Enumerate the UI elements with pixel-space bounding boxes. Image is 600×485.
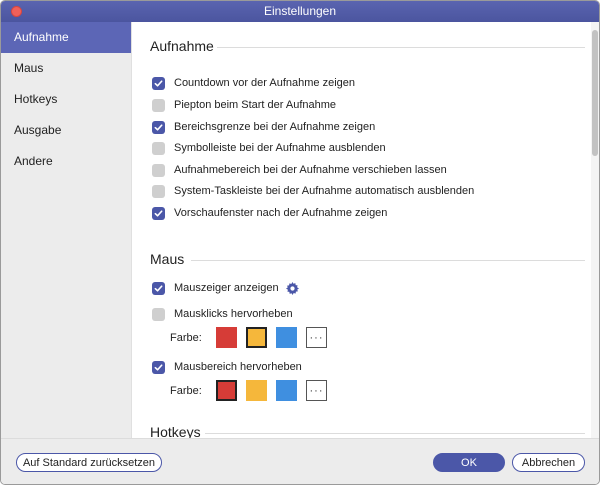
- checkbox-piepton[interactable]: [152, 98, 165, 112]
- checkbox-mausbereich[interactable]: [152, 360, 165, 374]
- option-label: Bereichsgrenze bei der Aufnahme zeigen: [174, 121, 376, 133]
- option-symbolleiste[interactable]: Symbolleiste bei der Aufnahme ausblenden: [152, 141, 386, 155]
- check-icon: [154, 209, 163, 217]
- option-taskleiste[interactable]: System-Taskleiste bei der Aufnahme autom…: [152, 184, 474, 198]
- footer-bar: Auf Standard zurücksetzen OK Abbrechen: [1, 438, 599, 484]
- check-icon: [154, 123, 163, 131]
- settings-window: Einstellungen Aufnahme Maus Hotkeys Ausg…: [0, 0, 600, 485]
- option-bereichsgrenze[interactable]: Bereichsgrenze bei der Aufnahme zeigen: [152, 120, 375, 134]
- check-icon: [154, 363, 163, 371]
- color-swatch-yellow[interactable]: [246, 380, 267, 401]
- color-swatch-red[interactable]: [216, 380, 237, 401]
- option-mausklicks[interactable]: Mausklicks hervorheben: [152, 307, 293, 321]
- checkbox-symbolleiste[interactable]: [152, 141, 165, 155]
- option-label: System-Taskleiste bei der Aufnahme autom…: [174, 185, 475, 197]
- option-vorschaufenster[interactable]: Vorschaufenster nach der Aufnahme zeigen: [152, 206, 387, 220]
- option-label: Aufnahmebereich bei der Aufnahme verschi…: [174, 164, 447, 176]
- check-icon: [154, 284, 163, 292]
- color-label: Farbe:: [170, 384, 202, 397]
- option-piepton[interactable]: Piepton beim Start der Aufnahme: [152, 98, 336, 112]
- checkbox-mauszeiger[interactable]: [152, 281, 165, 295]
- sidebar-item-aufnahme[interactable]: Aufnahme: [1, 22, 131, 53]
- option-label: Piepton beim Start der Aufnahme: [174, 99, 337, 111]
- option-bereich-verschieben[interactable]: Aufnahmebereich bei der Aufnahme verschi…: [152, 163, 447, 177]
- gear-icon[interactable]: [285, 281, 299, 295]
- option-label: Mausbereich hervorheben: [174, 361, 302, 373]
- color-swatch-blue[interactable]: [276, 327, 297, 348]
- color-swatch-blue[interactable]: [276, 380, 297, 401]
- option-label: Mauszeiger anzeigen: [174, 282, 279, 294]
- color-row-clicks: Farbe: ···: [170, 327, 336, 348]
- window-title: Einstellungen: [263, 4, 337, 18]
- scrollbar-thumb[interactable]: [592, 30, 598, 156]
- color-swatch-yellow[interactable]: [246, 327, 267, 348]
- section-title-maus: Maus: [150, 251, 185, 267]
- checkbox-bereichsgrenze[interactable]: [152, 120, 165, 134]
- sidebar: Aufnahme Maus Hotkeys Ausgabe Andere: [1, 22, 132, 438]
- settings-content: Aufnahme Countdown vor der Aufnahme zeig…: [133, 22, 591, 438]
- option-label: Countdown vor der Aufnahme zeigen: [174, 77, 356, 89]
- option-label: Vorschaufenster nach der Aufnahme zeigen: [174, 207, 388, 219]
- color-swatch-red[interactable]: [216, 327, 237, 348]
- more-colors-button[interactable]: ···: [306, 327, 327, 348]
- color-label: Farbe:: [170, 331, 202, 344]
- checkbox-vorschaufenster[interactable]: [152, 206, 165, 220]
- checkbox-bereich-verschieben[interactable]: [152, 163, 165, 177]
- more-colors-button[interactable]: ···: [306, 380, 327, 401]
- section-divider: [191, 260, 585, 261]
- ok-button[interactable]: OK: [433, 453, 505, 472]
- sidebar-item-ausgabe[interactable]: Ausgabe: [1, 115, 131, 146]
- option-mauszeiger[interactable]: Mauszeiger anzeigen: [152, 281, 299, 295]
- sidebar-item-maus[interactable]: Maus: [1, 53, 131, 84]
- check-icon: [154, 79, 163, 87]
- checkbox-countdown[interactable]: [152, 76, 165, 90]
- section-title-hotkeys: Hotkeys: [150, 424, 201, 438]
- section-divider: [217, 47, 585, 48]
- checkbox-mausklicks[interactable]: [152, 307, 165, 321]
- option-label: Mausklicks hervorheben: [174, 308, 293, 320]
- sidebar-item-hotkeys[interactable]: Hotkeys: [1, 84, 131, 115]
- option-label: Symbolleiste bei der Aufnahme ausblenden: [174, 142, 386, 154]
- cancel-button[interactable]: Abbrechen: [512, 453, 585, 472]
- title-bar: Einstellungen: [1, 1, 599, 22]
- color-row-area: Farbe: ···: [170, 380, 336, 401]
- section-title-aufnahme: Aufnahme: [150, 38, 214, 54]
- sidebar-item-andere[interactable]: Andere: [1, 146, 131, 177]
- checkbox-taskleiste[interactable]: [152, 184, 165, 198]
- option-mausbereich[interactable]: Mausbereich hervorheben: [152, 360, 302, 374]
- option-countdown[interactable]: Countdown vor der Aufnahme zeigen: [152, 76, 355, 90]
- vertical-scrollbar[interactable]: [591, 22, 599, 438]
- reset-defaults-button[interactable]: Auf Standard zurücksetzen: [16, 453, 162, 472]
- section-divider: [205, 433, 585, 434]
